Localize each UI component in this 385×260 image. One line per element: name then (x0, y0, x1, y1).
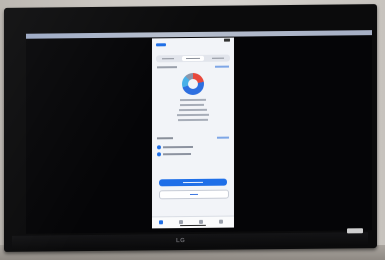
legend-row (180, 98, 206, 101)
donut-chart (182, 72, 204, 96)
segment-2-selected[interactable] (182, 55, 204, 62)
tab-icon[interactable] (199, 219, 203, 224)
back-button[interactable] (156, 43, 166, 47)
tv-brand-logo: LG (176, 238, 186, 245)
battery-icon (224, 38, 230, 42)
segment-3[interactable] (208, 56, 228, 61)
tab-icon[interactable] (219, 219, 223, 224)
settings-link[interactable] (217, 136, 229, 139)
photo-scene: LG (0, 0, 385, 260)
tab-icon[interactable] (179, 220, 183, 225)
tv-bottom-strip (12, 232, 368, 250)
legend-row (179, 108, 207, 111)
mirrored-phone-screen (152, 37, 234, 229)
option-label (163, 145, 193, 148)
segment-1[interactable] (158, 56, 178, 61)
option-label (163, 152, 191, 155)
legend-row (178, 118, 208, 121)
phone-title-bar (152, 47, 234, 48)
legend-row (177, 113, 209, 116)
secondary-button[interactable] (159, 189, 229, 200)
donut-chart-hole (188, 78, 198, 90)
segmented-control (156, 54, 230, 63)
settings-heading (157, 137, 173, 140)
tv-screen (26, 30, 372, 234)
tab-icon[interactable] (159, 220, 163, 225)
check-icon[interactable] (157, 145, 161, 150)
tv-sticker (347, 228, 363, 234)
check-icon[interactable] (157, 152, 161, 157)
section-heading (157, 66, 177, 69)
legend-row (180, 103, 204, 106)
section-link[interactable] (215, 65, 229, 68)
primary-button[interactable] (159, 178, 227, 187)
phone-tab-bar (152, 215, 234, 229)
tv-bezel: LG (4, 4, 377, 252)
